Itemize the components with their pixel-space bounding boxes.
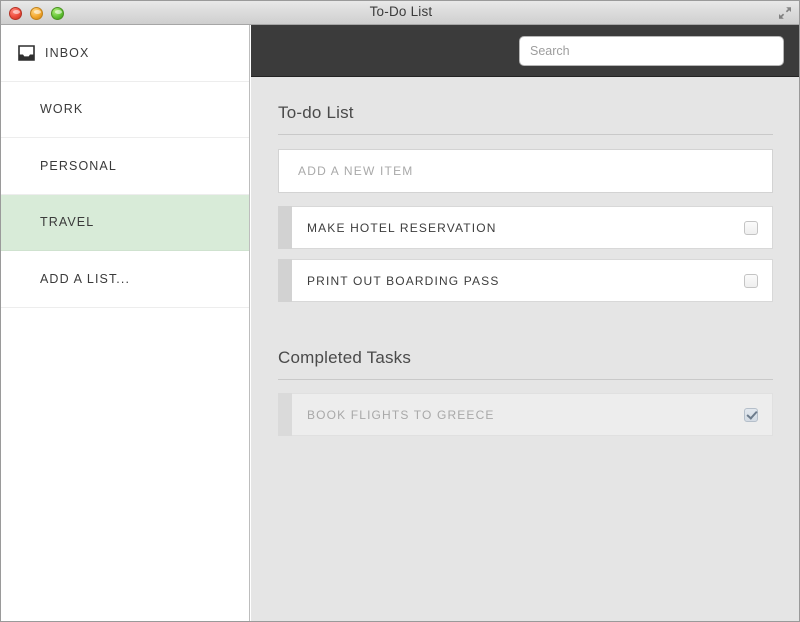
main-content: To-do List ADD A NEW ITEM MAKE HOTEL RES… bbox=[251, 77, 799, 621]
task-body[interactable]: BOOK FLIGHTS TO GREECE bbox=[292, 393, 773, 436]
drag-handle[interactable] bbox=[278, 206, 292, 249]
sidebar-item-inbox[interactable]: INBOX bbox=[1, 25, 249, 82]
search-input[interactable] bbox=[519, 36, 784, 66]
todo-divider bbox=[278, 134, 773, 135]
sidebar-item-personal[interactable]: PERSONAL bbox=[1, 138, 249, 195]
sidebar-item-label: INBOX bbox=[45, 45, 90, 60]
task-label: BOOK FLIGHTS TO GREECE bbox=[307, 407, 495, 422]
fullscreen-icon[interactable] bbox=[777, 5, 793, 21]
sidebar-item-work[interactable]: WORK bbox=[1, 82, 249, 138]
sidebar-item-add-a-list[interactable]: ADD A LIST... bbox=[1, 251, 249, 308]
table-row[interactable]: PRINT OUT BOARDING PASS bbox=[278, 259, 773, 302]
completed-section: Completed Tasks BOOK FLIGHTS TO GREECE bbox=[251, 322, 799, 436]
sidebar-item-travel[interactable]: TRAVEL bbox=[1, 194, 249, 251]
drag-handle[interactable] bbox=[278, 393, 292, 436]
top-bar bbox=[251, 25, 799, 77]
add-new-item-input[interactable]: ADD A NEW ITEM bbox=[278, 149, 773, 193]
task-label: MAKE HOTEL RESERVATION bbox=[307, 220, 497, 235]
window-title: To-Do List bbox=[369, 4, 433, 19]
sidebar-item-label: ADD A LIST... bbox=[40, 271, 131, 286]
task-label: PRINT OUT BOARDING PASS bbox=[307, 273, 500, 288]
sidebar-item-label: PERSONAL bbox=[40, 158, 117, 173]
sidebar-item-label: TRAVEL bbox=[40, 215, 95, 230]
task-body[interactable]: PRINT OUT BOARDING PASS bbox=[292, 259, 773, 302]
app-window: To-Do List INBOX WORK PERSONAL TRAVEL AD… bbox=[0, 0, 800, 622]
title-bar: To-Do List bbox=[1, 1, 799, 25]
todo-list-heading: To-do List bbox=[278, 103, 354, 122]
inbox-icon bbox=[15, 44, 37, 62]
task-body[interactable]: MAKE HOTEL RESERVATION bbox=[292, 206, 773, 249]
completed-divider bbox=[278, 379, 773, 380]
task-checkbox[interactable] bbox=[744, 273, 758, 288]
task-checkbox[interactable] bbox=[744, 407, 758, 422]
task-checkbox[interactable] bbox=[744, 220, 758, 235]
drag-handle[interactable] bbox=[278, 259, 292, 302]
completed-tasks-heading: Completed Tasks bbox=[278, 348, 412, 367]
sidebar-item-label: WORK bbox=[40, 102, 84, 117]
sidebar: INBOX WORK PERSONAL TRAVEL ADD A LIST... bbox=[1, 25, 250, 621]
add-new-item-placeholder: ADD A NEW ITEM bbox=[298, 164, 414, 178]
table-row[interactable]: BOOK FLIGHTS TO GREECE bbox=[278, 393, 773, 436]
completed-task-list: BOOK FLIGHTS TO GREECE bbox=[251, 393, 799, 436]
table-row[interactable]: MAKE HOTEL RESERVATION bbox=[278, 206, 773, 249]
todo-task-list: MAKE HOTEL RESERVATION PRINT OUT BOARDIN… bbox=[251, 206, 799, 302]
